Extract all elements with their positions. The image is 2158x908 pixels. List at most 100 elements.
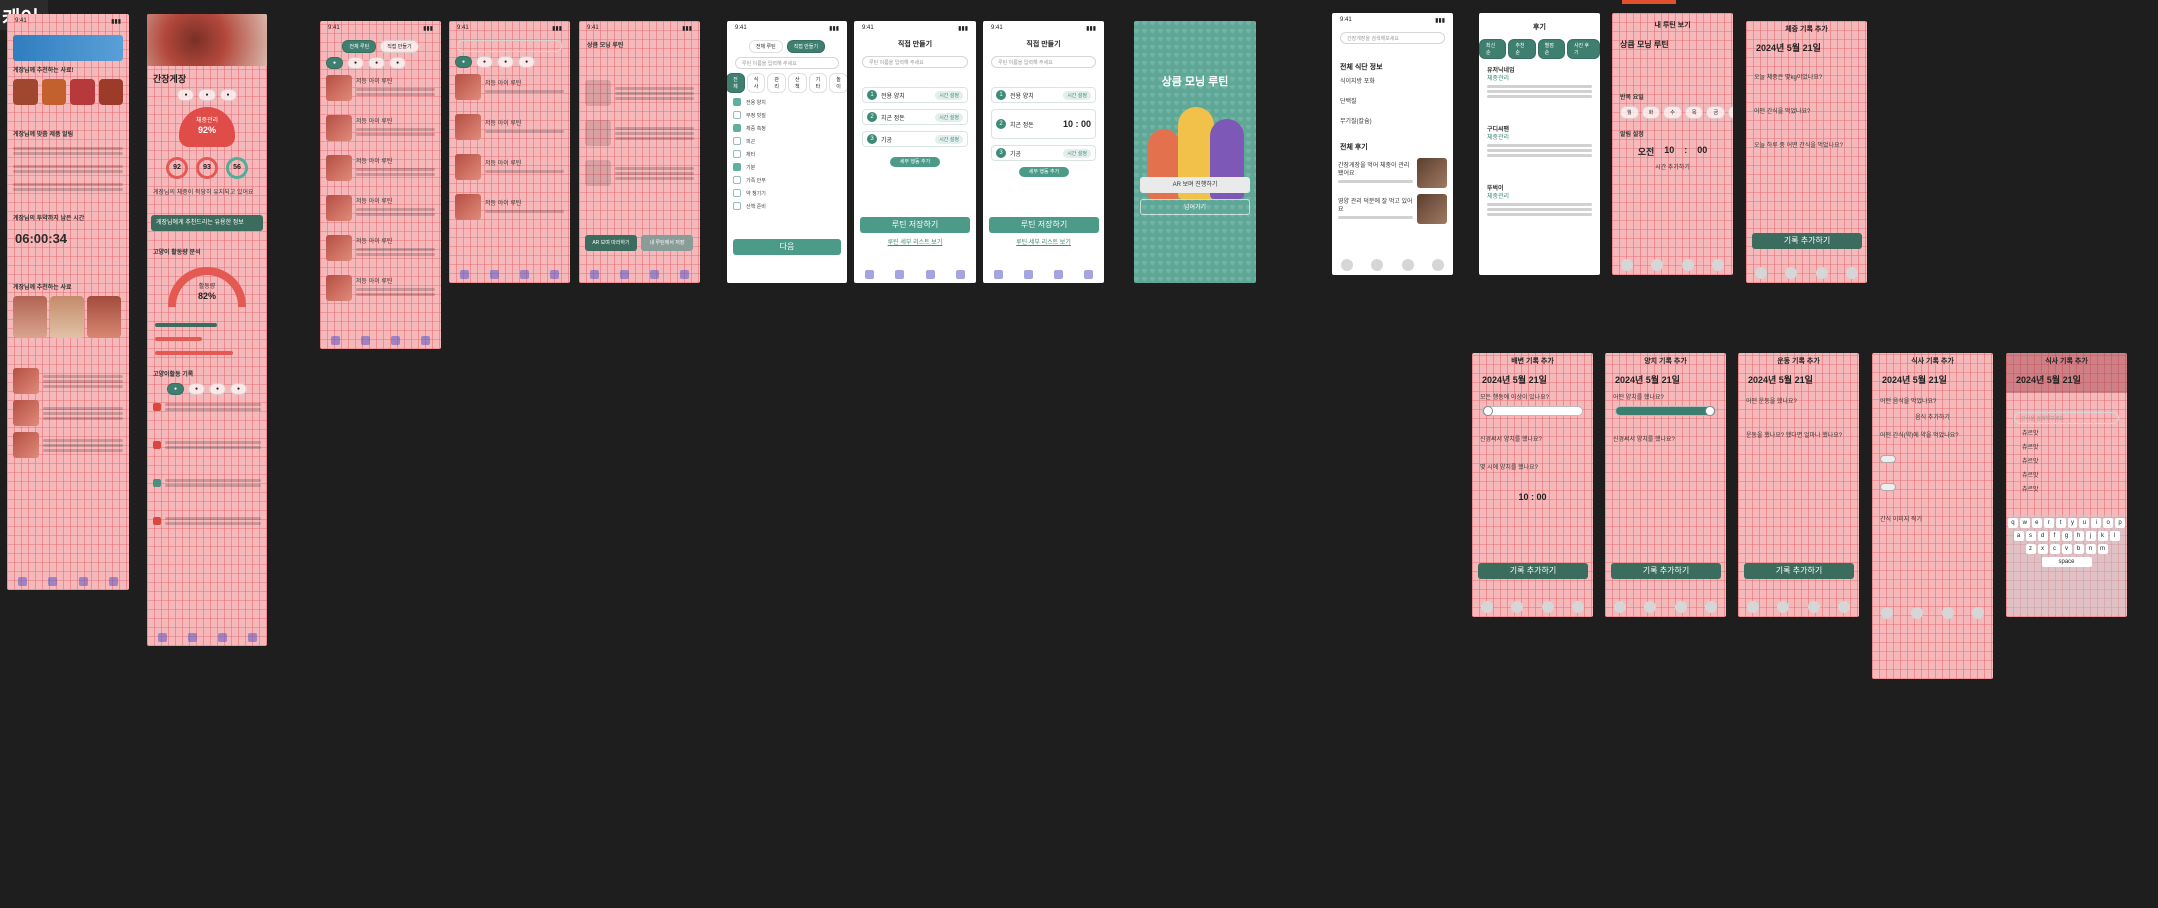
food-thumb[interactable] [13,79,38,105]
time-picker[interactable]: 10 : 00 [1472,492,1593,502]
record-row[interactable] [153,439,261,451]
key[interactable]: r [2043,518,2054,528]
nav-icon[interactable] [1401,259,1414,271]
key[interactable]: t [2055,518,2066,528]
routine-card[interactable]: 저등 아이 루틴 [326,75,435,101]
review-card[interactable]: 간장게장을 먹어 체중이 관리됐어요 [1338,158,1447,188]
nav-icon[interactable] [1747,601,1760,613]
ar-start-button[interactable]: AR 보며 진행하기 [1140,177,1250,193]
nav-icon[interactable] [1785,267,1798,279]
review-item[interactable]: 유저닉네임 체중관리 [1487,67,1592,98]
add-time-button[interactable]: 시간 추가하기 [1612,164,1733,172]
nav-icon[interactable] [421,336,431,345]
checkbox[interactable] [733,163,741,171]
nav-icon[interactable] [1815,267,1828,279]
key[interactable]: c [2049,544,2060,554]
key[interactable]: x [2037,544,2048,554]
routine-step[interactable]: 1 전용 양치 시간 설정 [862,87,968,103]
checkbox[interactable] [733,111,741,119]
toggle[interactable] [1880,483,1896,491]
nav-icon[interactable] [247,633,257,642]
time-picker[interactable]: 오전 10 : 00 [1620,145,1725,158]
routine-step[interactable]: 3 기공 시간 설정 [862,131,968,147]
nav-icon[interactable] [550,270,560,279]
nav-icon[interactable] [1481,601,1494,613]
detail-list-link[interactable]: 루틴 세부 리스트 보기 [983,239,1104,247]
nav-icon[interactable] [1511,601,1524,613]
routine-card[interactable]: 저등 아이 루틴 [326,275,435,301]
checklist-item[interactable]: 부정 빗질 [733,111,841,119]
nav-icon[interactable] [1911,607,1924,619]
key[interactable]: p [2115,518,2126,528]
nav-icon[interactable] [1681,259,1694,271]
save-routine-button[interactable]: 내 루틴에서 저장 [641,235,693,251]
filter-chip[interactable]: ● [347,57,365,69]
snack-search-input[interactable]: 간식을 검색해보세요 [2014,412,2119,424]
filter-chip[interactable]: 놀이 [829,73,847,93]
filter-chip[interactable]: ● [476,56,494,68]
filter-chip[interactable]: ● [368,57,386,69]
nav-icon[interactable] [459,270,469,279]
tab-chip[interactable]: ● [198,89,216,101]
nav-icon[interactable] [1054,270,1064,279]
amount-slider[interactable] [1615,406,1716,416]
detail-list-link[interactable]: 루틴 세부 리스트 보기 [854,239,976,247]
key[interactable]: l [2109,531,2120,541]
filter-chip[interactable]: ● [455,56,473,68]
filter-chip[interactable]: 관리 [767,73,786,93]
search-input[interactable] [457,40,562,52]
key[interactable]: i [2091,518,2102,528]
routine-card[interactable]: 저등 아이 루틴 [326,115,435,141]
nav-icon[interactable] [48,577,58,586]
step-time-pill[interactable]: 시간 설정 [1063,148,1091,158]
filter-chip[interactable]: 전체 [727,73,745,93]
record-tab[interactable]: ● [166,383,184,395]
recommend-card[interactable] [50,296,84,338]
nav-icon[interactable] [1881,607,1894,619]
checkbox[interactable] [733,202,741,210]
nav-icon[interactable] [1674,601,1687,613]
step-time-pill[interactable]: 시간 설정 [1063,90,1091,100]
tab-direct[interactable]: 직접 만들기 [786,40,826,53]
nav-icon[interactable] [1541,601,1554,613]
save-routine-button[interactable]: 루틴 저장하기 [860,217,970,233]
add-record-button[interactable]: 기록 추가하기 [1752,233,1862,249]
review-item[interactable]: 구디씨팬 체중관리 [1487,126,1592,157]
record-row[interactable] [153,515,261,527]
routine-card[interactable]: 저등 아이 루틴 [455,194,564,220]
next-button[interactable]: 다음 [733,239,841,255]
list-item[interactable] [13,400,123,426]
record-tab[interactable]: ● [230,383,248,395]
add-step-button[interactable]: 세부 행동 추가 [890,157,940,167]
record-row[interactable] [153,401,261,413]
routine-step[interactable]: 2 치곤 정돈 시간 설정 [862,109,968,125]
nav-icon[interactable] [1807,601,1820,613]
record-tab[interactable]: ● [209,383,227,395]
nav-icon[interactable] [1644,601,1657,613]
nav-icon[interactable] [1614,601,1627,613]
search-input[interactable]: 루틴 이름을 입력해 주세요 [735,57,839,69]
key[interactable]: y [2067,518,2078,528]
routine-step[interactable]: 3 기공 시간 설정 [991,145,1096,161]
search-result[interactable]: 츄르맛 [2022,458,2111,466]
key[interactable]: a [2013,531,2024,541]
sort-chip[interactable]: 추천순 [1508,39,1536,59]
nav-icon[interactable] [1371,259,1384,271]
tab-all-routine[interactable]: 전체 루틴 [748,40,783,53]
nav-icon[interactable] [187,633,197,642]
nav-icon[interactable] [650,270,660,279]
review-card[interactable]: 영양 관리 덕분에 잘 먹고 있어요 [1338,194,1447,224]
amount-slider[interactable] [1482,406,1583,416]
nav-icon[interactable] [1651,259,1664,271]
nav-icon[interactable] [925,270,935,279]
day-chip[interactable]: 수 [1663,106,1682,119]
day-chip[interactable]: 금 [1706,106,1726,119]
nav-icon[interactable] [956,270,966,279]
feed-item[interactable]: 식이지방 포화 [1340,78,1445,86]
save-routine-button[interactable]: 루틴 저장하기 [989,217,1099,233]
nav-icon[interactable] [17,577,27,586]
nav-icon[interactable] [895,270,905,279]
nav-icon[interactable] [157,633,167,642]
recommend-card[interactable] [13,296,47,338]
tab-make-routine[interactable]: 직접 만들기 [380,40,419,53]
